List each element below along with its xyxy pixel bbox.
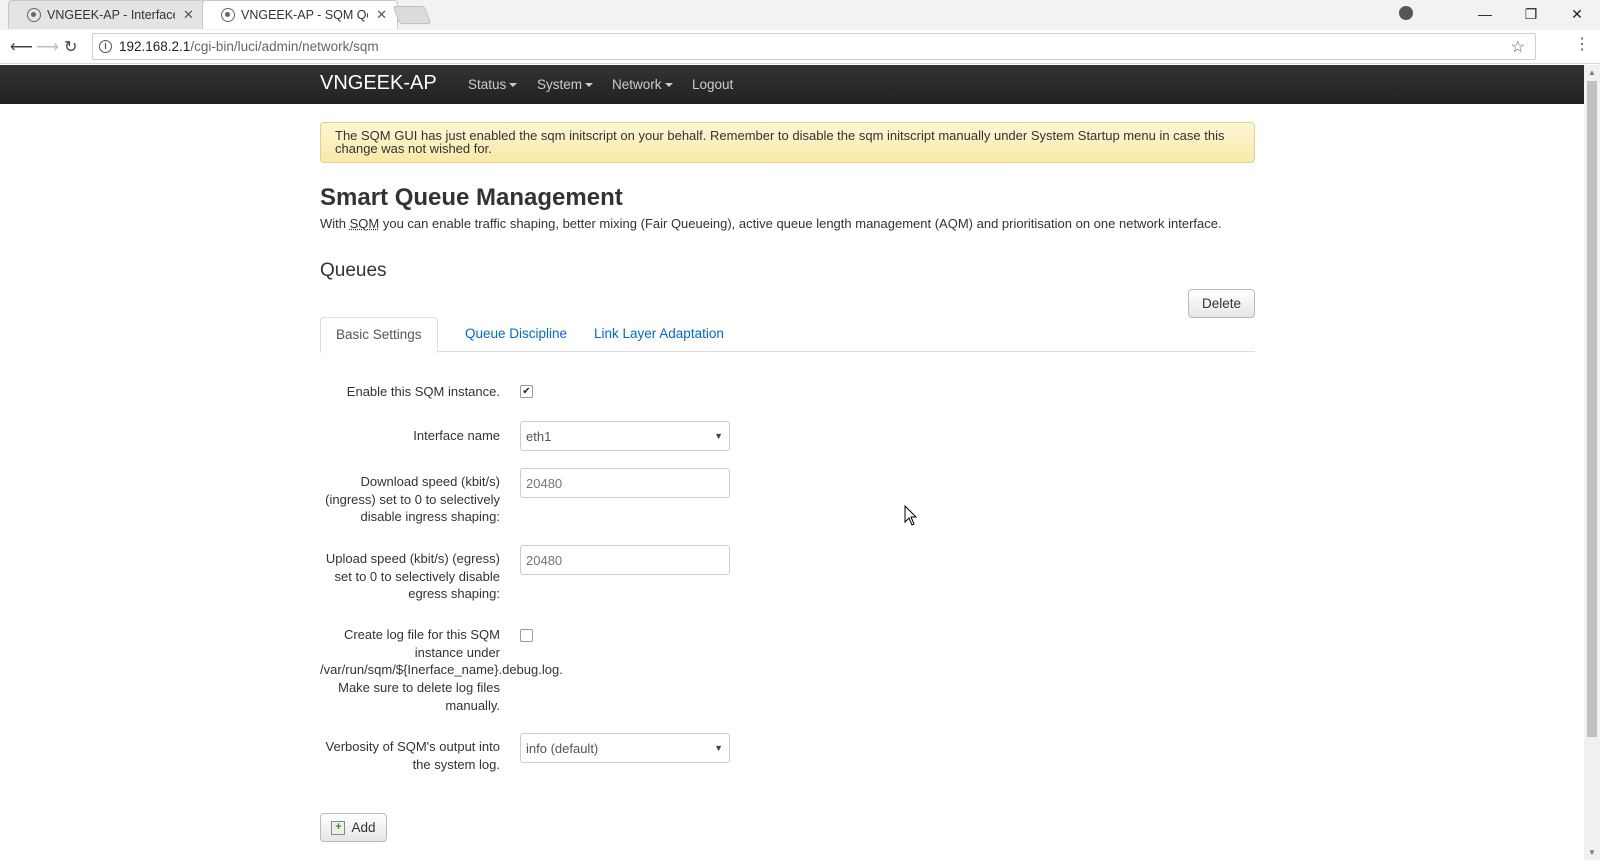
new-tab-button[interactable] — [392, 6, 432, 24]
dropdown-arrow-icon: ▼ — [714, 743, 723, 753]
site-favicon-icon — [27, 8, 41, 22]
enable-label: Enable this SQM instance. — [346, 384, 500, 399]
enable-checkbox[interactable]: ✔ — [520, 385, 533, 398]
tab-title: VNGEEK-AP - Interfaces - — [47, 8, 175, 22]
add-icon: + — [331, 820, 346, 835]
browser-menu-icon[interactable]: ⋮ — [1574, 37, 1590, 53]
mouse-cursor-icon — [904, 505, 918, 526]
restore-icon[interactable]: ❐ — [1508, 6, 1554, 23]
nav-system[interactable]: System — [537, 77, 594, 92]
luci-navbar: VNGEEK-AP Status System Network Logout — [0, 65, 1584, 104]
browser-tabstrip: VNGEEK-AP - Interfaces - ✕ VNGEEK-AP - S… — [0, 0, 1600, 30]
close-window-icon[interactable]: ✕ — [1554, 6, 1600, 23]
tab-title: VNGEEK-AP - SQM QoS - — [241, 8, 368, 22]
section-title: Queues — [320, 260, 387, 281]
desc-pre: With — [320, 216, 350, 231]
nav-status-label: Status — [468, 77, 507, 92]
verbosity-label: Verbosity of SQM's output into the syste… — [325, 739, 500, 772]
caret-down-icon — [585, 83, 594, 88]
nav-network-label: Network — [612, 77, 662, 92]
upload-speed-input[interactable] — [520, 545, 730, 575]
verbosity-value: info (default) — [526, 741, 599, 756]
nav-system-label: System — [537, 77, 583, 92]
page-scrollbar[interactable]: ▲ ▼ — [1584, 65, 1600, 860]
sqm-abbr: SQM — [349, 216, 380, 231]
scrollbar-thumb[interactable] — [1587, 81, 1597, 737]
verbosity-select[interactable]: info (default) ▼ — [520, 733, 730, 763]
log-checkbox[interactable] — [520, 629, 533, 642]
brand-logo[interactable]: VNGEEK-AP — [320, 72, 437, 95]
site-info-icon[interactable]: i — [99, 40, 112, 53]
reload-icon[interactable]: ↻ — [64, 37, 77, 57]
warning-alert: The SQM GUI has just enabled the sqm ini… — [320, 122, 1255, 163]
download-speed-input[interactable] — [520, 468, 730, 498]
tab-link-layer-adaptation[interactable]: Link Layer Adaptation — [579, 317, 739, 353]
nav-logout[interactable]: Logout — [692, 77, 733, 92]
dropdown-arrow-icon: ▼ — [714, 431, 723, 441]
user-profile-icon[interactable] — [1399, 6, 1413, 20]
scroll-up-icon[interactable]: ▲ — [1588, 68, 1596, 77]
interface-select[interactable]: eth1 ▼ — [520, 421, 730, 451]
site-favicon-icon — [221, 8, 235, 22]
config-tabs: Basic Settings Queue Discipline Link Lay… — [320, 317, 1255, 353]
page-viewport: VNGEEK-AP Status System Network Logout T… — [0, 65, 1584, 860]
tab-queue-discipline[interactable]: Queue Discipline — [450, 317, 582, 353]
nav-network[interactable]: Network — [612, 77, 673, 92]
log-label-text: Create log file for this SQM instance un… — [320, 627, 563, 713]
scroll-down-icon[interactable]: ▼ — [1588, 848, 1596, 857]
back-icon[interactable]: ⟵ — [10, 37, 33, 57]
browser-toolbar: ⟵ ⟶ ↻ i 192.168.2.1/cgi-bin/luci/admin/n… — [0, 30, 1600, 64]
browser-tab-interfaces[interactable]: VNGEEK-AP - Interfaces - ✕ — [8, 0, 206, 29]
bookmark-star-icon[interactable]: ☆ — [1511, 37, 1525, 57]
caret-down-icon — [509, 83, 518, 88]
tab-basic-settings[interactable]: Basic Settings — [320, 317, 438, 353]
tab-close-icon[interactable]: ✕ — [183, 7, 194, 23]
page-title: Smart Queue Management — [320, 184, 623, 211]
add-button[interactable]: + Add — [320, 813, 387, 842]
add-button-label: Add — [351, 820, 376, 835]
interface-label: Interface name — [413, 428, 500, 443]
window-controls: — ❐ ✕ — [1462, 0, 1600, 28]
caret-down-icon — [664, 83, 673, 88]
download-label: Download speed (kbit/s) (ingress) set to… — [325, 474, 500, 525]
page-description: With SQM you can enable traffic shaping,… — [320, 216, 1222, 231]
interface-value: eth1 — [526, 429, 552, 444]
tab-close-icon[interactable]: ✕ — [376, 7, 387, 23]
forward-icon[interactable]: ⟶ — [36, 37, 59, 57]
address-bar[interactable]: i 192.168.2.1/cgi-bin/luci/admin/network… — [92, 33, 1536, 60]
nav-status[interactable]: Status — [468, 77, 518, 92]
desc-post: you can enable traffic shaping, better m… — [379, 216, 1222, 231]
delete-button[interactable]: Delete — [1188, 289, 1255, 318]
browser-tab-sqm[interactable]: VNGEEK-AP - SQM QoS - ✕ — [202, 0, 398, 29]
minimize-icon[interactable]: — — [1462, 6, 1508, 22]
url-host: 192.168.2.1 — [119, 39, 191, 54]
upload-label: Upload speed (kbit/s) (egress) set to 0 … — [325, 551, 500, 602]
url-path: /cgi-bin/luci/admin/network/sqm — [190, 39, 379, 54]
